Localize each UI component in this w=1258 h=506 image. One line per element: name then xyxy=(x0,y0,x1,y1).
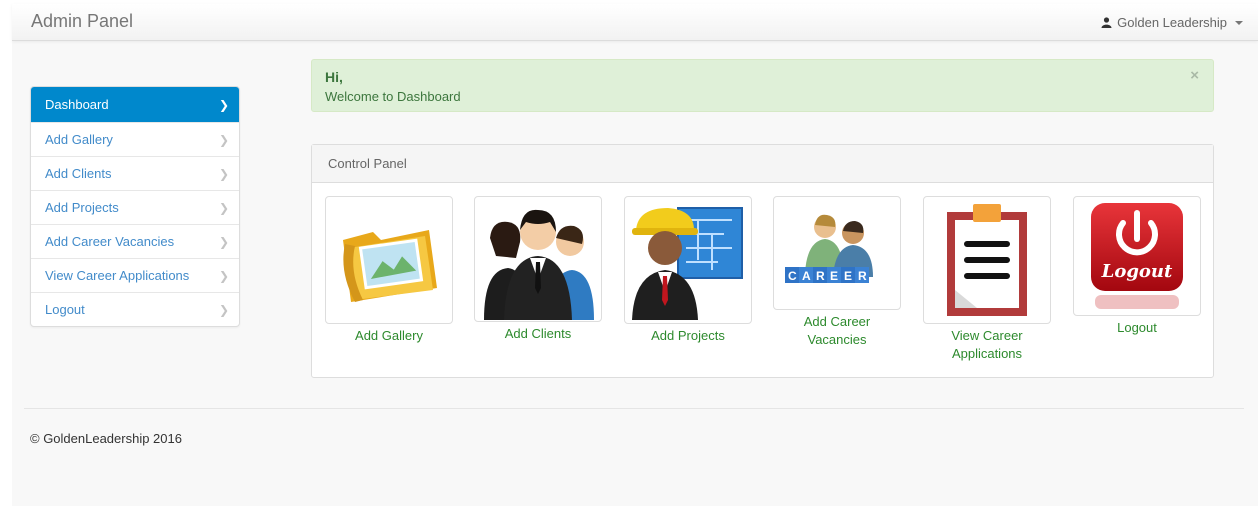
svg-text:R: R xyxy=(816,269,825,283)
top-navbar: Admin Panel Golden Leadership xyxy=(12,4,1258,41)
tile-label: Add Career Vacancies xyxy=(803,314,871,347)
welcome-alert: Hi, Welcome to Dashboard × xyxy=(311,59,1214,112)
close-icon[interactable]: × xyxy=(1190,67,1199,84)
chevron-right-icon: ❯ xyxy=(218,97,229,112)
tile-view-career-applications[interactable]: View Career Applications xyxy=(923,196,1051,363)
chevron-right-icon: ❯ xyxy=(218,268,229,283)
tile-add-clients[interactable]: Add Clients xyxy=(474,196,602,343)
sidebar-item-add-projects[interactable]: Add Projects ❯ xyxy=(31,190,239,224)
tile-label: Add Projects xyxy=(651,328,725,343)
chevron-right-icon: ❯ xyxy=(218,234,229,249)
tile-add-career-vacancies[interactable]: C A R E E R Add Career Vacancies xyxy=(773,196,901,349)
svg-text:A: A xyxy=(802,269,811,283)
sidebar-item-label: Logout xyxy=(45,302,85,317)
chevron-right-icon: ❯ xyxy=(218,302,229,317)
user-icon xyxy=(1101,17,1112,28)
tile-label: Add Clients xyxy=(504,326,572,341)
people-group-icon xyxy=(484,209,594,320)
logout-badge-text: Logout xyxy=(1101,261,1173,282)
footer-copyright: © GoldenLeadership 2016 xyxy=(30,431,182,446)
folder-gallery-icon xyxy=(343,230,437,302)
tile-thumbnail[interactable] xyxy=(923,196,1051,324)
sidebar-item-label: View Career Applications xyxy=(45,268,190,283)
tile-logout[interactable]: Logout Logout xyxy=(1073,196,1201,337)
tile-thumbnail[interactable] xyxy=(624,196,752,324)
sidebar-item-add-gallery[interactable]: Add Gallery ❯ xyxy=(31,122,239,156)
sidebar-item-label: Add Gallery xyxy=(45,132,113,147)
chevron-right-icon: ❯ xyxy=(218,200,229,215)
svg-text:E: E xyxy=(830,269,838,283)
control-panel: Control Panel Add Gallery Add Clients Ad… xyxy=(311,144,1214,378)
tile-thumbnail[interactable] xyxy=(325,196,453,324)
svg-text:R: R xyxy=(858,269,867,283)
tile-thumbnail[interactable]: Logout xyxy=(1073,196,1201,316)
user-menu[interactable]: Golden Leadership xyxy=(1101,15,1243,30)
sidebar-nav: Dashboard ❯ Add Gallery ❯ Add Clients ❯ … xyxy=(30,86,240,327)
tile-thumbnail[interactable] xyxy=(474,196,602,322)
brand-title[interactable]: Admin Panel xyxy=(31,11,133,32)
power-logout-icon: Logout xyxy=(1091,203,1183,309)
sidebar-item-label: Add Projects xyxy=(45,200,119,215)
user-name: Golden Leadership xyxy=(1117,15,1227,30)
alert-message: Welcome to Dashboard xyxy=(325,89,461,104)
panel-heading: Control Panel xyxy=(312,145,1213,183)
sidebar-item-add-career-vacancies[interactable]: Add Career Vacancies ❯ xyxy=(31,224,239,258)
tile-add-gallery[interactable]: Add Gallery xyxy=(325,196,453,345)
chevron-right-icon: ❯ xyxy=(218,132,229,147)
svg-text:C: C xyxy=(788,269,797,283)
tile-thumbnail[interactable]: C A R E E R xyxy=(773,196,901,310)
tile-add-projects[interactable]: Add Projects xyxy=(624,196,752,345)
caret-down-icon xyxy=(1235,20,1243,25)
footer-divider xyxy=(24,408,1244,409)
sidebar-item-label: Add Clients xyxy=(45,166,112,181)
sidebar-item-view-career-applications[interactable]: View Career Applications ❯ xyxy=(31,258,239,292)
sidebar-item-label: Dashboard xyxy=(45,97,109,112)
alert-title: Hi, xyxy=(325,69,343,85)
clipboard-icon xyxy=(947,204,1027,316)
sidebar-item-label: Add Career Vacancies xyxy=(45,234,175,249)
tile-label: Logout xyxy=(1117,320,1157,335)
page-wrapper: Admin Panel Golden Leadership Dashboard … xyxy=(12,4,1258,506)
sidebar-item-dashboard[interactable]: Dashboard ❯ xyxy=(31,87,239,122)
career-people-icon: C A R E E R xyxy=(785,214,873,283)
tile-label: View Career Applications xyxy=(951,328,1023,361)
tile-label: Add Gallery xyxy=(355,328,423,343)
sidebar-item-logout[interactable]: Logout ❯ xyxy=(31,292,239,326)
sidebar-item-add-clients[interactable]: Add Clients ❯ xyxy=(31,156,239,190)
chevron-right-icon: ❯ xyxy=(218,166,229,181)
engineer-blueprint-icon xyxy=(632,207,743,320)
svg-text:E: E xyxy=(844,269,852,283)
